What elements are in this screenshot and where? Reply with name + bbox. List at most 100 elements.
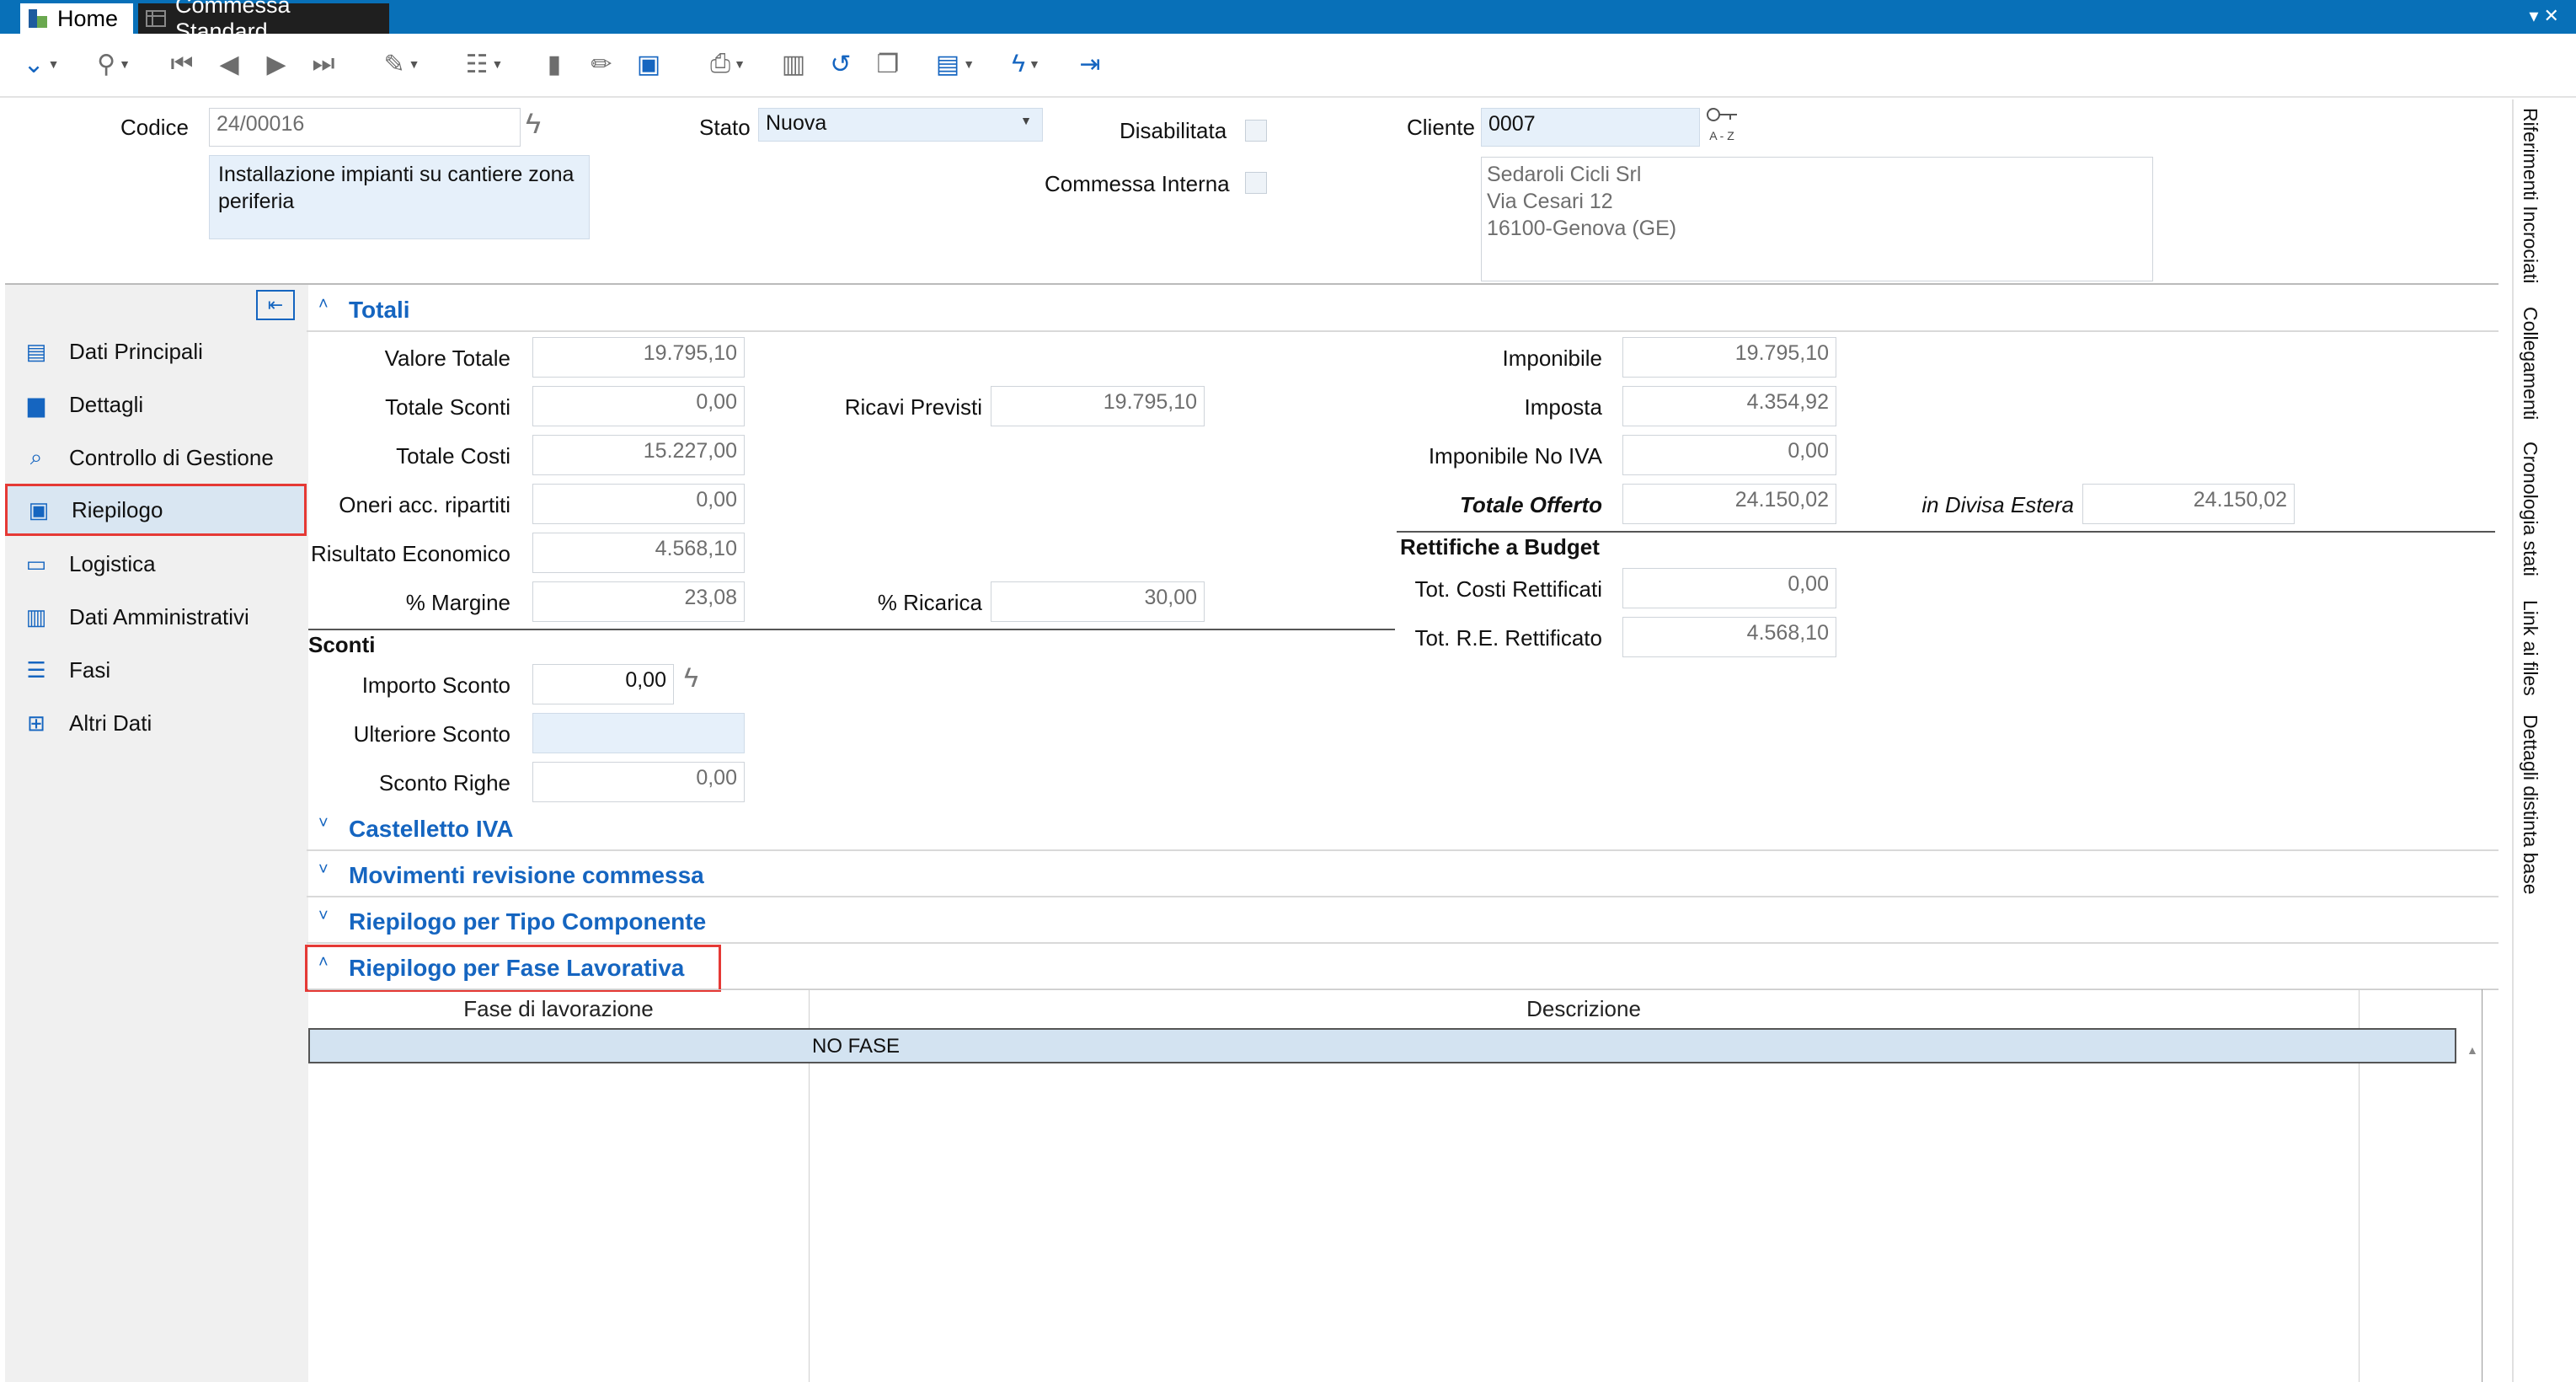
sidebar-item-logistica[interactable]: ▭ Logistica xyxy=(5,538,307,590)
copy-icon[interactable]: ❐ xyxy=(869,44,906,84)
imponibile-noiva-label: Imponibile No IVA xyxy=(1428,443,1602,469)
stato-select[interactable]: Nuova ▼ xyxy=(758,108,1043,142)
chevron-down-icon: ˅ xyxy=(318,814,329,833)
rettifiche-title: Rettifiche a Budget xyxy=(1400,534,1600,560)
sidebar-item-dati-principali[interactable]: ▤ Dati Principali xyxy=(5,325,307,378)
ulteriore-sconto-label: Ulteriore Sconto xyxy=(353,721,510,747)
key-search-icon[interactable]: A - Z xyxy=(1703,106,1740,145)
window-menu-icon[interactable]: ▾ ✕ xyxy=(2529,5,2559,27)
print-icon[interactable]: ⎙ ▼ xyxy=(694,44,762,84)
column-header-fase[interactable]: Fase di lavorazione xyxy=(308,989,809,1028)
valore-totale-label: Valore Totale xyxy=(384,346,510,371)
folder-icon: ▆ xyxy=(28,391,45,417)
sidebar-item-riepilogo[interactable]: ▣ Riepilogo xyxy=(5,484,307,536)
database-icon[interactable]: ☷ ▼ xyxy=(453,44,516,84)
document-list-icon: ▤ xyxy=(25,338,47,364)
sidebar-item-label: Dati Principali xyxy=(69,338,203,364)
previous-record-icon[interactable]: ◀ xyxy=(212,44,246,84)
totale-sconti-field: 0,00 xyxy=(532,386,745,426)
divisa-field: 24.150,02 xyxy=(2082,484,2295,524)
sidebar-item-fasi[interactable]: ☰ Fasi xyxy=(5,644,307,696)
disabilitata-checkbox[interactable] xyxy=(1245,120,1267,142)
ulteriore-sconto-field[interactable] xyxy=(532,713,745,753)
importo-sconto-label: Importo Sconto xyxy=(361,672,510,698)
exit-icon[interactable]: ⇥ xyxy=(1070,44,1110,84)
cell-descrizione: NO FASE xyxy=(812,1035,901,1058)
report-icon[interactable]: ▤ ▼ xyxy=(925,44,986,84)
section-title: Riepilogo per Tipo Componente xyxy=(349,908,707,935)
tab-home-label: Home xyxy=(57,5,119,31)
valore-totale-field: 19.795,10 xyxy=(532,337,745,378)
search-icon[interactable]: ⚲ ▼ xyxy=(84,44,143,84)
chevron-up-icon: ˄ xyxy=(318,295,329,313)
expand-icon[interactable]: ⌄ ▼ xyxy=(15,44,67,84)
tab-home[interactable]: Home xyxy=(20,3,133,34)
sidebar-item-dettagli[interactable]: ▆ Dettagli xyxy=(5,378,307,431)
costi-rettificati-field: 0,00 xyxy=(1622,568,1836,608)
totale-costi-field: 15.227,00 xyxy=(532,435,745,475)
section-movimenti[interactable]: ˅ Movimenti revisione commessa xyxy=(307,852,2499,897)
section-totali[interactable]: ˄ Totali xyxy=(307,287,2499,332)
phases-icon: ☰ xyxy=(26,656,46,683)
re-rettificato-field: 4.568,10 xyxy=(1622,617,1836,657)
right-panel-border xyxy=(2512,99,2514,1382)
chevron-down-icon: ˅ xyxy=(318,860,329,879)
next-record-icon[interactable]: ▶ xyxy=(259,44,293,84)
scroll-up-icon[interactable]: ▲ xyxy=(2466,1043,2478,1057)
column-header-descrizione[interactable]: Descrizione xyxy=(809,989,2359,1028)
header-separator xyxy=(5,283,2499,285)
risultato-label: Risultato Economico xyxy=(311,541,510,566)
section-tipo-componente[interactable]: ˅ Riepilogo per Tipo Componente xyxy=(307,898,2499,944)
lightning-icon[interactable]: ϟ xyxy=(684,662,698,694)
lightning-icon[interactable]: ϟ ▼ xyxy=(996,44,1056,84)
undo-icon[interactable]: ↺ xyxy=(822,44,859,84)
lightning-icon[interactable]: ϟ xyxy=(526,108,541,141)
sidebar-item-dati-amministrativi[interactable]: ▥ Dati Amministrativi xyxy=(5,591,307,643)
save-icon[interactable]: ▣ xyxy=(630,44,667,84)
delete-icon[interactable]: ▥ xyxy=(775,44,812,84)
importo-sconto-field[interactable]: 0,00 xyxy=(532,664,674,704)
cliente-via: Via Cesari 12 xyxy=(1487,190,1613,213)
chevron-down-icon: ˅ xyxy=(318,907,329,925)
tab-riferimenti-incrociati[interactable]: Riferimenti Incrociati xyxy=(2519,108,2541,283)
sidebar-item-label: Logistica xyxy=(69,550,156,576)
imposta-field: 4.354,92 xyxy=(1622,386,1836,426)
codice-field[interactable]: 24/00016 xyxy=(209,108,521,147)
divisa-label: in Divisa Estera xyxy=(1921,492,2074,517)
paint-icon[interactable]: ✎ ▼ xyxy=(371,44,433,84)
tab-link-ai-files[interactable]: Link ai files xyxy=(2519,600,2541,696)
ricavi-label: Ricavi Previsti xyxy=(844,394,982,420)
section-title: Movimenti revisione commessa xyxy=(349,862,704,888)
cliente-field[interactable]: 0007 xyxy=(1481,108,1700,147)
last-record-icon[interactable]: ⏭ xyxy=(307,44,340,84)
az-label: A - Z xyxy=(1709,129,1734,142)
codice-label: Codice xyxy=(120,115,189,140)
sidebar-item-altri-dati[interactable]: ⊞ Altri Dati xyxy=(5,697,307,749)
sconto-righe-label: Sconto Righe xyxy=(378,770,510,795)
tab-commessa[interactable]: Commessa Standard xyxy=(138,0,389,44)
tab-dettagli-distinta-base[interactable]: Dettagli distinta base xyxy=(2519,715,2541,895)
sidebar-item-label: Fasi xyxy=(69,656,111,683)
totale-costi-label: Totale Costi xyxy=(396,443,510,469)
chevron-down-icon: ▼ xyxy=(1020,114,1032,127)
first-record-icon[interactable]: ⏮ xyxy=(165,44,199,84)
margine-field: 23,08 xyxy=(532,581,745,622)
commessa-interna-checkbox[interactable] xyxy=(1245,172,1267,194)
totale-offerto-field: 24.150,02 xyxy=(1622,484,1836,524)
cliente-nome: Sedaroli Cicli Srl xyxy=(1487,163,1642,186)
stato-label: Stato xyxy=(699,115,751,140)
new-document-icon[interactable]: ▮ xyxy=(536,44,573,84)
risultato-field: 4.568,10 xyxy=(532,533,745,573)
tab-collegamenti[interactable]: Collegamenti xyxy=(2519,307,2541,420)
costi-rettificati-label: Tot. Costi Rettificati xyxy=(1414,576,1602,602)
section-castelletto-iva[interactable]: ˅ Castelletto IVA xyxy=(307,806,2499,851)
sidebar-item-label: Altri Dati xyxy=(69,710,152,736)
table-row[interactable]: NO FASE xyxy=(308,1028,2456,1063)
collapse-sidebar-icon[interactable]: ⇤ xyxy=(256,290,295,320)
descrizione-field[interactable]: Installazione impianti su cantiere zona … xyxy=(209,155,590,239)
margine-label: % Margine xyxy=(405,590,510,615)
cliente-citta: 16100-Genova (GE) xyxy=(1487,217,1677,240)
sidebar-item-controllo-gestione[interactable]: ⌕ Controllo di Gestione xyxy=(5,431,307,484)
tab-cronologia-stati[interactable]: Cronologia stati xyxy=(2519,442,2541,576)
edit-icon[interactable]: ✏ xyxy=(583,44,620,84)
